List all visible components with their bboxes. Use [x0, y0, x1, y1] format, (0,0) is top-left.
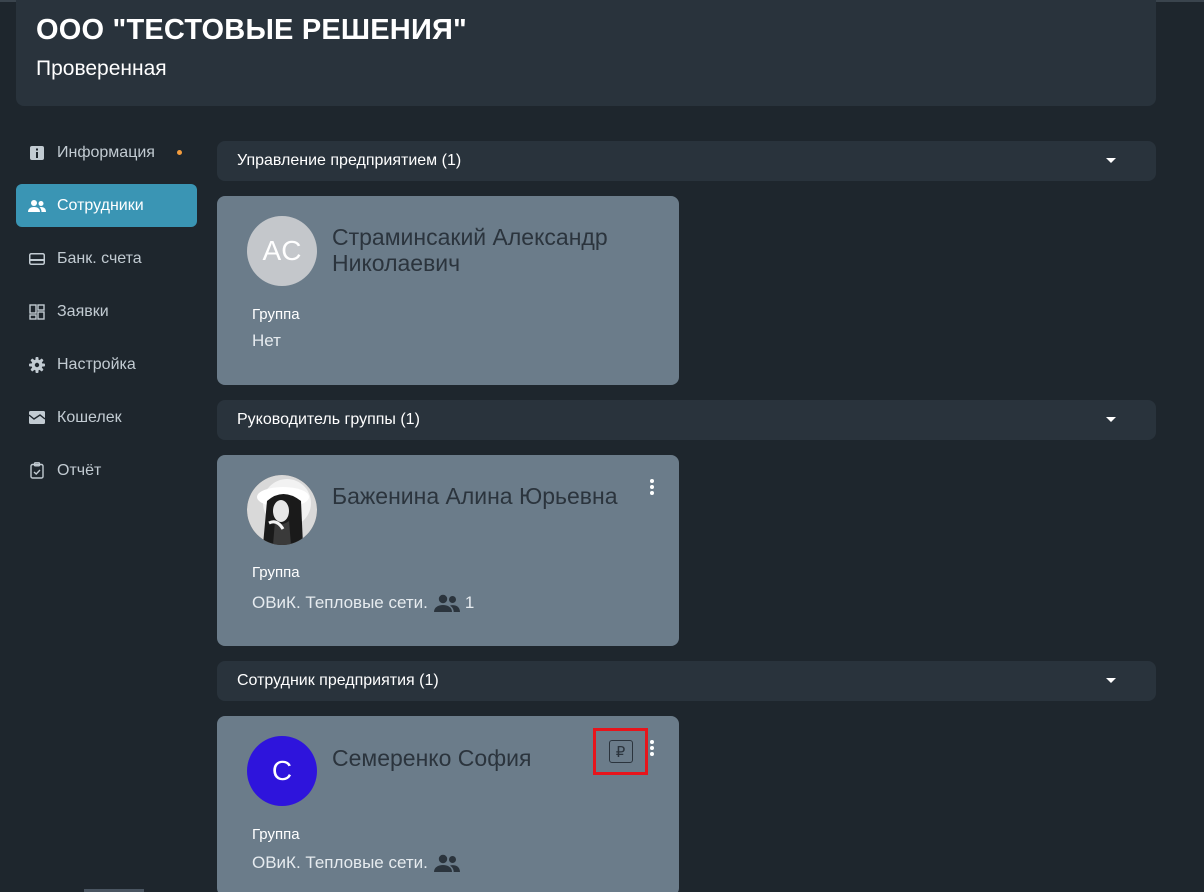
- dashboard-icon: [28, 303, 46, 321]
- group-value: Нет: [252, 331, 281, 351]
- avatar-initials: AC: [262, 235, 302, 266]
- group-value: ОВиК. Тепловые сети. 1: [252, 593, 474, 613]
- bank-card-icon: [28, 250, 46, 268]
- sidebar-item-bank-accounts[interactable]: Банк. счета: [16, 237, 197, 280]
- avatar: С: [247, 736, 317, 806]
- organization-name: ООО "ТЕСТОВЫЕ РЕШЕНИЯ": [36, 14, 467, 46]
- organization-header: ООО "ТЕСТОВЫЕ РЕШЕНИЯ" Проверенная: [16, 0, 1156, 106]
- more-options-icon[interactable]: [647, 738, 657, 758]
- clipboard-check-icon: [28, 462, 46, 480]
- more-options-icon[interactable]: [647, 477, 657, 497]
- chevron-down-icon[interactable]: [1106, 678, 1116, 683]
- section-title: Управление предприятием (1): [237, 152, 462, 169]
- section-header-management[interactable]: Управление предприятием (1): [217, 141, 1156, 181]
- sidebar: Информация Сотрудники Банк. счета Заявки…: [16, 131, 197, 502]
- employee-name: Страминсакий Александр Николаевич: [332, 224, 608, 276]
- sidebar-item-report[interactable]: Отчёт: [16, 449, 197, 492]
- sidebar-item-information[interactable]: Информация: [16, 131, 197, 174]
- wallet-icon: [28, 409, 46, 427]
- avatar: AC: [247, 216, 317, 286]
- people-icon[interactable]: [433, 854, 460, 873]
- sidebar-item-wallet[interactable]: Кошелек: [16, 396, 197, 439]
- sidebar-item-employees[interactable]: Сотрудники: [16, 184, 197, 227]
- ruble-payment-icon[interactable]: ₽: [608, 740, 633, 763]
- sidebar-item-label: Банк. счета: [57, 249, 142, 267]
- sidebar-item-label: Сотрудники: [57, 196, 144, 214]
- employee-card[interactable]: С Семеренко София ₽ Группа ОВиК. Тепловы…: [217, 716, 679, 892]
- employee-card[interactable]: Баженина Алина Юрьевна Группа ОВиК. Тепл…: [217, 455, 679, 646]
- employee-name: Баженина Алина Юрьевна: [332, 483, 618, 509]
- group-member-count: 1: [464, 593, 475, 612]
- group-label: Группа: [252, 826, 300, 843]
- portrait-image: [247, 475, 317, 545]
- photo-avatar: [247, 475, 317, 545]
- sidebar-item-label: Заявки: [57, 302, 109, 320]
- group-value: ОВиК. Тепловые сети.: [252, 853, 460, 873]
- group-name: ОВиК. Тепловые сети.: [252, 593, 428, 612]
- section-title: Руководитель группы (1): [237, 411, 420, 428]
- chevron-down-icon[interactable]: [1106, 417, 1116, 422]
- people-icon[interactable]: [433, 594, 460, 613]
- avatar-initials: С: [271, 755, 293, 786]
- sidebar-item-label: Кошелек: [57, 408, 122, 426]
- section-header-employee[interactable]: Сотрудник предприятия (1): [217, 661, 1156, 701]
- sidebar-item-requests[interactable]: Заявки: [16, 290, 197, 333]
- section-title: Сотрудник предприятия (1): [237, 672, 439, 689]
- gear-icon: [28, 356, 46, 374]
- group-name: Нет: [252, 331, 281, 350]
- section-header-group-leader[interactable]: Руководитель группы (1): [217, 400, 1156, 440]
- sidebar-item-label: Отчёт: [57, 461, 102, 479]
- employee-card[interactable]: AC Страминсакий Александр Николаевич Гру…: [217, 196, 679, 385]
- sidebar-item-label: Информация: [57, 143, 155, 161]
- info-icon: [28, 144, 46, 162]
- chevron-down-icon[interactable]: [1106, 158, 1116, 163]
- organization-status: Проверенная: [36, 57, 167, 80]
- group-name: ОВиК. Тепловые сети.: [252, 853, 428, 872]
- sidebar-item-settings[interactable]: Настройка: [16, 343, 197, 386]
- group-label: Группа: [252, 306, 300, 323]
- people-icon: [28, 197, 46, 215]
- highlight-box: ₽: [593, 728, 648, 775]
- group-label: Группа: [252, 564, 300, 581]
- ruble-symbol: ₽: [615, 742, 626, 761]
- notification-dot: [176, 150, 182, 155]
- sidebar-item-label: Настройка: [57, 355, 136, 373]
